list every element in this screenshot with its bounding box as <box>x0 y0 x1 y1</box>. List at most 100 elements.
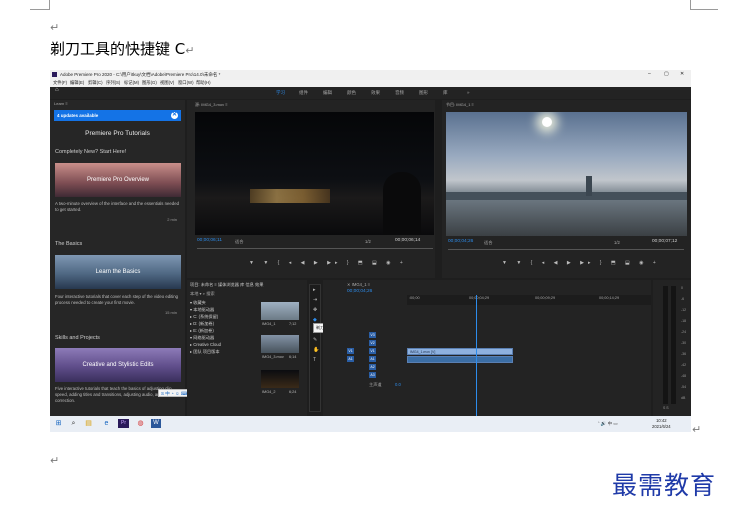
menu-window[interactable]: 窗口(W) <box>178 79 194 87</box>
clip-thumbnail[interactable] <box>261 370 299 388</box>
tree-item[interactable]: ▾ 网络驱动器 <box>190 335 214 341</box>
word-icon[interactable]: W <box>151 419 161 428</box>
menu-graphics[interactable]: 图形(G) <box>142 79 157 87</box>
program-timecode[interactable]: 00;00;04;26 <box>448 239 473 244</box>
close-icon[interactable]: ✕ <box>171 112 178 119</box>
menu-view[interactable]: 视图(V) <box>160 79 174 87</box>
workspace-color[interactable]: 颜色 <box>347 87 356 99</box>
minimize-button[interactable]: – <box>648 70 651 79</box>
maximize-button[interactable]: ▢ <box>664 70 669 79</box>
pen-tool-icon[interactable]: ✎ <box>313 337 317 343</box>
tree-item[interactable]: ▸ E: (新加卷) <box>190 328 214 334</box>
track-header-a2[interactable]: A2 <box>347 364 405 371</box>
skyline <box>446 192 687 200</box>
solo-buttons[interactable]: S S <box>663 406 669 410</box>
program-transport-controls[interactable]: ▼ ▼ { ◂ ◀ ▶ ▶▸ } ⬒ ⬓ ◉ + <box>502 260 660 267</box>
track-select-tool-icon[interactable]: ⇥ <box>313 297 317 303</box>
type-tool-icon[interactable]: T <box>313 357 316 363</box>
workspace-libraries[interactable]: 库 <box>443 87 448 99</box>
file-explorer-icon[interactable]: ▤ <box>84 419 93 428</box>
track-label: A2 <box>369 364 376 370</box>
paragraph-mark: ↵ <box>692 423 702 436</box>
workspace-assembly[interactable]: 组件 <box>299 87 308 99</box>
meter-tick: -6 <box>681 297 685 301</box>
menu-clip[interactable]: 剪辑(C) <box>88 79 103 87</box>
source-scrub-bar[interactable] <box>197 248 433 249</box>
workspace-effects[interactable]: 效果 <box>371 87 380 99</box>
project-panel: 项目: 未命名 ≡ 媒体浏览器 库 信息 效果 本地 ▾ ⌕ 搜索 ▾ 收藏夹 … <box>187 280 307 416</box>
more-workspaces-icon[interactable]: » <box>467 87 470 99</box>
start-icon[interactable]: ⊞ <box>54 419 63 428</box>
sun <box>542 117 552 127</box>
home-icon[interactable]: ⌂ <box>55 87 62 93</box>
video-clip[interactable]: IMG4_1.mov [V] <box>407 348 513 355</box>
source-transport-controls[interactable]: ▼ ▼ { ◂ ◀ ▶ ▶▸ } ⬒ ⬓ ◉ + <box>249 260 407 267</box>
tree-item[interactable]: ▸ Creative Cloud <box>190 342 221 347</box>
media-browser-location[interactable]: 本地 ▾ ⌕ 搜索 <box>190 291 215 297</box>
menu-help[interactable]: 帮助(H) <box>196 79 211 87</box>
learn-panel-tab[interactable]: Learn ≡ <box>54 101 68 106</box>
system-tray[interactable]: ˆ 🔊 中 ▭ <box>598 421 618 427</box>
program-monitor-tab[interactable]: 节目: IMG4_1 ≡ <box>446 102 474 108</box>
document-heading[interactable]: 剃刀工具的快捷键 C↵ <box>50 38 194 59</box>
tower <box>586 176 592 196</box>
updates-banner[interactable]: 4 updates available ✕ <box>54 110 181 121</box>
tree-item[interactable]: ▸ C: (系统保留) <box>190 314 218 320</box>
source-monitor-tab[interactable]: 源: IMG4_3.mov ≡ <box>195 102 228 108</box>
ruler-tick: 00;00;14;29 <box>599 296 620 300</box>
selection-tool-icon[interactable]: ▸ <box>313 287 316 293</box>
program-ratio-select[interactable]: 1/2 <box>614 240 620 245</box>
meter-tick: -18 <box>681 319 687 323</box>
clip-thumbnail[interactable] <box>261 335 299 353</box>
track-header-v1[interactable]: V1 V1 <box>347 348 405 355</box>
tutorial-card-overview[interactable]: Premiere Pro Overview <box>55 163 181 197</box>
track-header-a3[interactable]: A3 <box>347 372 405 379</box>
menu-edit[interactable]: 编辑(E) <box>70 79 84 87</box>
ripple-edit-tool-icon[interactable]: ✥ <box>313 307 317 313</box>
workspace-editing[interactable]: 编辑 <box>323 87 332 99</box>
workspace-audio[interactable]: 音频 <box>395 87 404 99</box>
tree-item[interactable]: ▸ 团队 项目版本 <box>190 349 220 355</box>
track-label: V1 <box>369 348 376 354</box>
playhead[interactable] <box>476 295 477 416</box>
program-scrub-bar[interactable] <box>448 249 684 250</box>
tree-item[interactable]: ▾ 收藏夹 <box>190 300 206 306</box>
workspace-graphics[interactable]: 图形 <box>419 87 428 99</box>
close-window-button[interactable]: ✕ <box>680 70 684 79</box>
watermark-logo: 最需教育 <box>612 471 717 500</box>
timeline-tab[interactable]: ✕ IMG4_1 ≡ <box>347 282 370 287</box>
source-ratio-select[interactable]: 1/2 <box>365 239 371 244</box>
workspace-learn[interactable]: 学习 <box>276 87 285 99</box>
chrome-icon[interactable]: ◍ <box>136 419 145 428</box>
hand-tool-icon[interactable]: ✋ <box>313 347 319 353</box>
clip-duration: 6;14 <box>289 355 297 359</box>
project-panel-tabs[interactable]: 项目: 未命名 ≡ 媒体浏览器 库 信息 效果 <box>190 282 263 288</box>
tree-item[interactable]: ▸ D: (新加卷) <box>190 321 214 327</box>
source-fit-select[interactable]: 适合 <box>235 239 243 245</box>
edge-icon[interactable]: e <box>102 419 111 428</box>
app-titlebar: Adobe Premiere Pro 2020 - C:\用户\tkuy\文档\… <box>50 70 691 79</box>
premiere-taskbar-icon[interactable]: Pr <box>118 419 129 428</box>
menu-marker[interactable]: 标记(M) <box>124 79 139 87</box>
menu-sequence[interactable]: 序列(S) <box>106 79 120 87</box>
clip-thumbnail[interactable] <box>261 302 299 320</box>
embedded-screenshot[interactable]: Adobe Premiere Pro 2020 - C:\用户\tkuy\文档\… <box>50 70 691 432</box>
track-header-v3[interactable]: V3 <box>347 332 405 339</box>
menu-file[interactable]: 文件(F) <box>53 79 67 87</box>
track-header-a1[interactable]: A1 A1 <box>347 356 405 363</box>
program-fit-select[interactable]: 适合 <box>484 240 492 246</box>
tutorial-card-basics[interactable]: Learn the Basics <box>55 255 181 289</box>
timeline-ruler[interactable]: :00;00 00;00;04;29 00;00;09;29 00;00;14;… <box>407 295 651 305</box>
master-track-value[interactable]: 0.0 <box>395 382 401 387</box>
source-timecode[interactable]: 00;00;06;11 <box>197 238 222 243</box>
source-duration: 00;00;06;14 <box>395 238 421 243</box>
taskbar-clock[interactable]: 10:42 2021/6/24 <box>652 418 671 430</box>
track-header-v2[interactable]: V2 <box>347 340 405 347</box>
paragraph-mark: ↵ <box>185 44 195 57</box>
timeline-timecode[interactable]: 00;00;04;26 <box>347 289 372 294</box>
tree-item[interactable]: ▾ 本地驱动器 <box>190 307 214 313</box>
audio-clip[interactable] <box>407 356 513 363</box>
tutorial-card-creative[interactable]: Creative and Stylistic Edits <box>55 348 181 382</box>
tools-panel: ▸ ⇥ ✥ ◆ ⟷ ✎ ✋ T <box>309 284 321 412</box>
search-icon[interactable]: ⌕ <box>69 419 78 428</box>
